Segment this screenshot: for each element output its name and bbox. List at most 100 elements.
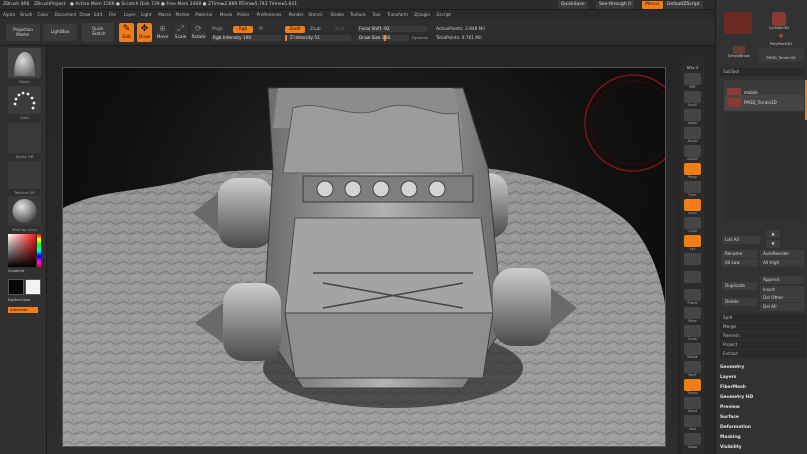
main-color-swatch[interactable] [8, 279, 24, 295]
draw-button[interactable]: ✥ Draw [137, 23, 152, 42]
gradient-toggle[interactable]: Gradient [8, 268, 41, 274]
tool-thumb-polymesh[interactable]: ✶ PolyMesh3D [766, 33, 796, 47]
section-geometry[interactable]: Geometry [720, 365, 806, 370]
section-masking[interactable]: Masking [720, 435, 806, 440]
menu-light[interactable]: Light [141, 12, 151, 17]
menu-alpha[interactable]: Alpha [3, 12, 15, 17]
secondary-color-swatch[interactable] [25, 279, 41, 295]
menu-tool[interactable]: Tool [372, 12, 380, 17]
projection-master-button[interactable]: Projection Master [6, 24, 40, 41]
section-deformation[interactable]: Deformation [720, 425, 806, 430]
texture-selector[interactable] [8, 161, 41, 189]
menu-draw[interactable]: Draw [79, 12, 90, 17]
shelf-frame-button[interactable] [684, 289, 701, 301]
menu-stroke[interactable]: Stroke [331, 12, 344, 17]
menu-material[interactable]: Material [195, 12, 212, 17]
menu-picker[interactable]: Picker [237, 12, 249, 17]
move-button[interactable]: ⊕ Move [155, 23, 170, 42]
menu-texture[interactable]: Texture [350, 12, 365, 17]
brush-selector[interactable] [8, 48, 41, 78]
shelf-actual-button[interactable] [684, 127, 701, 139]
stroke-selector[interactable] [8, 86, 41, 114]
tool-thumb-simplebrush[interactable]: SimpleBrush [724, 46, 754, 60]
shelf-transp-button[interactable] [684, 379, 701, 391]
shelf-scale-button[interactable] [684, 325, 701, 337]
shelf-polyf-button[interactable] [684, 361, 701, 373]
shelf-slot-10[interactable] [684, 253, 701, 265]
project-section[interactable]: Project [720, 341, 806, 349]
remesh-section[interactable]: Remesh [720, 332, 806, 340]
shelf-persp-button[interactable] [684, 163, 701, 175]
shelf-aahalf-button[interactable] [684, 145, 701, 157]
scale-button[interactable]: ⤢ Scale [173, 23, 188, 42]
rgb-intensity-slider[interactable]: Rgb Intensity 100 [211, 35, 281, 41]
section-visibility[interactable]: Visibility [720, 445, 806, 450]
mrgb-button[interactable]: Mrgb [212, 27, 223, 32]
zsub-button[interactable]: Zsub [310, 27, 321, 32]
edit-button[interactable]: ✎ Edit [119, 23, 134, 42]
shelf-slot-11[interactable] [684, 271, 701, 283]
section-preview[interactable]: Preview [720, 405, 806, 410]
menu-marker[interactable]: Marker [176, 12, 190, 17]
alpha-selector[interactable] [8, 123, 41, 153]
lightbox-button[interactable]: LightBox [43, 24, 77, 41]
menu-zplugin[interactable]: Zplugin [414, 12, 430, 17]
merge-section[interactable]: Merge [720, 323, 806, 331]
subtool-item-terrain[interactable]: PM3D_Terrain3D [724, 95, 804, 111]
menu-brush[interactable]: Brush [20, 12, 32, 17]
menu-stencil[interactable]: Stencil [308, 12, 322, 17]
section-geometry-hd[interactable]: Geometry HD [720, 395, 806, 400]
zcut-button[interactable]: Zcut [335, 27, 345, 32]
m-button[interactable]: M [259, 27, 263, 32]
shelf-xpose-button[interactable] [684, 433, 701, 445]
quick-sketch-button[interactable]: Quick Sketch [82, 23, 114, 42]
tool-thumb-terrain[interactable]: PM3D_Terrain3D [758, 48, 804, 62]
spix-setting[interactable]: SPix 3 [681, 65, 704, 70]
menu-preferences[interactable]: Preferences [257, 12, 282, 17]
menu-document[interactable]: Document [55, 12, 77, 17]
shelf-move-button[interactable] [684, 307, 701, 319]
rgb-button[interactable]: Rgb [233, 26, 253, 33]
rename-button[interactable]: Rename [722, 250, 758, 258]
menus-button[interactable]: Menus [642, 1, 663, 9]
shelf-local-button[interactable] [684, 199, 701, 211]
menu-transform[interactable]: Transform [387, 12, 408, 17]
subtool-header[interactable]: SubTool [720, 68, 806, 76]
autoreorder-button[interactable]: AutoReorder [760, 250, 804, 258]
dynamic-button[interactable]: Dynamic [412, 36, 428, 40]
shelf-solo-button[interactable] [684, 415, 701, 427]
tool-thumb-active[interactable] [724, 12, 752, 34]
shelf-xyz-button[interactable] [684, 235, 701, 247]
menu-movie[interactable]: Movie [220, 12, 232, 17]
menu-layer[interactable]: Layer [124, 12, 136, 17]
focal-shift-slider[interactable]: Focal Shift -92 [357, 26, 427, 32]
del-all-button[interactable]: Del All [760, 303, 804, 311]
extract-section[interactable]: Extract [720, 350, 806, 358]
section-fibermesh[interactable]: FiberMesh [720, 385, 806, 390]
3d-viewport-canvas[interactable] [62, 67, 666, 447]
material-selector[interactable] [8, 196, 41, 226]
menu-macro[interactable]: Macro [158, 12, 171, 17]
all-high-button[interactable]: All High [760, 259, 804, 267]
menu-color[interactable]: Color [38, 12, 49, 17]
del-other-button[interactable]: Del Other [760, 294, 804, 302]
switchcolor-button[interactable]: SwitchColor [8, 297, 41, 303]
default-zscript-button[interactable]: DefaultZScript [664, 1, 703, 9]
section-layers[interactable]: Layers [720, 375, 806, 380]
menu-edit[interactable]: Edit [94, 12, 102, 17]
shelf-ghost-button[interactable] [684, 397, 701, 409]
quicksave-button[interactable]: QuickSave [558, 1, 588, 9]
zadd-button[interactable]: Zadd [285, 26, 305, 33]
rotate-button[interactable]: ⟳ Rotate [191, 23, 206, 42]
shelf-rotate-button[interactable] [684, 343, 701, 355]
duplicate-button[interactable]: Duplicate [722, 282, 758, 290]
alternate-button[interactable]: Alternate [8, 307, 38, 313]
section-surface[interactable]: Surface [720, 415, 806, 420]
move-up-button[interactable]: ▲ [766, 230, 780, 238]
insert-button[interactable]: Insert [760, 286, 804, 294]
split-section[interactable]: Split [720, 314, 806, 322]
menu-zscript[interactable]: Zscript [436, 12, 451, 17]
see-through-slider[interactable]: See-through 0 [596, 1, 634, 9]
list-all-button[interactable]: List All [722, 236, 760, 244]
move-down-button[interactable]: ▼ [766, 240, 780, 248]
